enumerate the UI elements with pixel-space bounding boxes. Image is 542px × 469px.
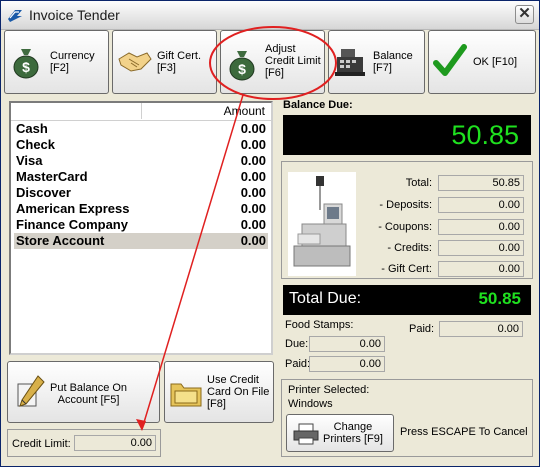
credit-limit-panel: Credit Limit: 0.00 bbox=[7, 429, 161, 457]
payment-name: MasterCard bbox=[16, 169, 88, 184]
balance-due-display: 50.85 bbox=[283, 115, 531, 155]
balance-due-label: Balance Due: bbox=[283, 99, 353, 111]
payment-row-american-express[interactable]: American Express 0.00 bbox=[14, 201, 268, 217]
amount-column-header[interactable]: Amount bbox=[141, 103, 269, 119]
total-due-display: Total Due: 50.85 bbox=[283, 285, 531, 315]
put-balance-on-account-label: Put Balance On Account [F5] bbox=[50, 382, 128, 406]
list-header: Amount bbox=[11, 103, 271, 121]
food-stamps-due-label: Due: bbox=[285, 338, 309, 350]
credit-limit-label: Credit Limit: bbox=[12, 438, 71, 450]
total-due-value: 50.85 bbox=[478, 289, 521, 308]
currency-button[interactable]: $ Currency [F2] bbox=[4, 30, 109, 94]
food-stamps-due-field: 0.00 bbox=[309, 336, 385, 352]
change-printers-label: Change Printers [F9] bbox=[323, 421, 383, 445]
payment-method-list[interactable]: Amount Cash 0.00 Check 0.00 Visa 0.00 Maste… bbox=[9, 101, 273, 355]
payment-name: Discover bbox=[16, 185, 71, 200]
coupons-label: - Coupons: bbox=[378, 221, 432, 233]
balance-button[interactable]: Balance [F7] bbox=[328, 30, 425, 94]
credits-field: 0.00 bbox=[438, 240, 524, 256]
put-balance-on-account-button[interactable]: Put Balance On Account [F5] bbox=[7, 361, 160, 423]
total-field: 50.85 bbox=[438, 175, 524, 191]
coupons-field: 0.00 bbox=[438, 219, 524, 235]
payment-amount: 0.00 bbox=[240, 185, 266, 200]
balance-button-label: Balance [F7] bbox=[373, 50, 413, 74]
payment-row-check[interactable]: Check 0.00 bbox=[14, 137, 268, 153]
handshake-icon bbox=[118, 52, 152, 72]
money-bag-icon: $ bbox=[13, 49, 39, 79]
ok-button-label: OK [F10] bbox=[473, 56, 518, 68]
food-stamps-paid-field[interactable]: 0.00 bbox=[309, 356, 385, 372]
use-credit-card-on-file-button[interactable]: Use Credit Card On File [F8] bbox=[164, 361, 274, 423]
change-printers-button[interactable]: Change Printers [F9] bbox=[286, 414, 394, 452]
printer-panel: Printer Selected: Windows Change Printer… bbox=[281, 379, 533, 457]
payment-name: American Express bbox=[16, 201, 130, 216]
cash-register-icon bbox=[335, 49, 365, 76]
payment-name: Finance Company bbox=[16, 217, 128, 232]
payment-name: Cash bbox=[16, 121, 48, 136]
window-title: Invoice Tender bbox=[29, 7, 120, 23]
printer-name: Windows bbox=[288, 398, 333, 410]
pos-terminal-image bbox=[288, 172, 356, 276]
adjust-credit-limit-button-label: Adjust Credit Limit [F6] bbox=[265, 43, 321, 79]
checkmark-icon bbox=[433, 44, 467, 76]
gift-cert-button[interactable]: Gift Cert. [F3] bbox=[112, 30, 217, 94]
payment-amount: 0.00 bbox=[240, 217, 266, 232]
payment-amount: 0.00 bbox=[240, 169, 266, 184]
paid-field[interactable]: 0.00 bbox=[439, 321, 523, 337]
printer-icon bbox=[293, 423, 319, 445]
payment-amount: 0.00 bbox=[240, 121, 266, 136]
gift-cert-field: 0.00 bbox=[438, 261, 524, 277]
totals-panel: Total: 50.85 - Deposits: 0.00 - Coupons:… bbox=[281, 161, 533, 279]
money-bag-icon: $ bbox=[229, 51, 255, 81]
app-logo-icon bbox=[8, 10, 22, 22]
pen-signature-icon bbox=[17, 375, 45, 407]
food-stamps-label: Food Stamps: bbox=[285, 319, 354, 331]
food-stamps-paid-label: Paid: bbox=[285, 358, 311, 370]
payment-row-mastercard[interactable]: MasterCard 0.00 bbox=[14, 169, 268, 185]
gift-cert-button-label: Gift Cert. [F3] bbox=[157, 50, 202, 74]
payment-name: Visa bbox=[16, 153, 43, 168]
deposits-label: - Deposits: bbox=[379, 199, 432, 211]
payment-amount: 0.00 bbox=[240, 137, 266, 152]
payment-name: Check bbox=[16, 137, 56, 152]
payment-row-cash[interactable]: Cash 0.00 bbox=[14, 121, 268, 137]
title-bar: Invoice Tender ✕ bbox=[1, 1, 539, 30]
ok-button[interactable]: OK [F10] bbox=[428, 30, 536, 94]
payment-row-finance-company[interactable]: Finance Company 0.00 bbox=[14, 217, 268, 233]
close-button[interactable]: ✕ bbox=[515, 5, 534, 24]
deposits-field: 0.00 bbox=[438, 197, 524, 213]
invoice-tender-window: Invoice Tender ✕ $ Currency [F2] Gift Ce… bbox=[0, 0, 540, 467]
payment-amount: 0.00 bbox=[240, 233, 266, 248]
currency-button-label: Currency [F2] bbox=[50, 50, 95, 74]
paid-label: Paid: bbox=[409, 323, 435, 335]
gift-cert-label: - Gift Cert: bbox=[381, 263, 432, 275]
close-icon: ✕ bbox=[518, 5, 531, 22]
payment-amount: 0.00 bbox=[240, 153, 266, 168]
credit-limit-field: 0.00 bbox=[74, 435, 156, 451]
folder-icon bbox=[170, 383, 202, 407]
escape-hint: Press ESCAPE To Cancel bbox=[400, 426, 528, 438]
total-label: Total: bbox=[405, 177, 432, 189]
payment-row-store-account[interactable]: Store Account 0.00 bbox=[14, 233, 268, 249]
adjust-credit-limit-button[interactable]: $ Adjust Credit Limit [F6] bbox=[220, 30, 325, 94]
payment-row-discover[interactable]: Discover 0.00 bbox=[14, 185, 268, 201]
printer-selected-label: Printer Selected: bbox=[288, 384, 370, 396]
svg-text:$: $ bbox=[238, 61, 246, 77]
credits-label: - Credits: bbox=[387, 242, 432, 254]
total-due-label: Total Due: bbox=[289, 290, 362, 307]
payment-name: Store Account bbox=[16, 233, 105, 248]
payment-amount: 0.00 bbox=[240, 201, 266, 216]
use-credit-card-on-file-label: Use Credit Card On File [F8] bbox=[207, 374, 270, 410]
payment-row-visa[interactable]: Visa 0.00 bbox=[14, 153, 268, 169]
svg-text:$: $ bbox=[22, 59, 30, 75]
